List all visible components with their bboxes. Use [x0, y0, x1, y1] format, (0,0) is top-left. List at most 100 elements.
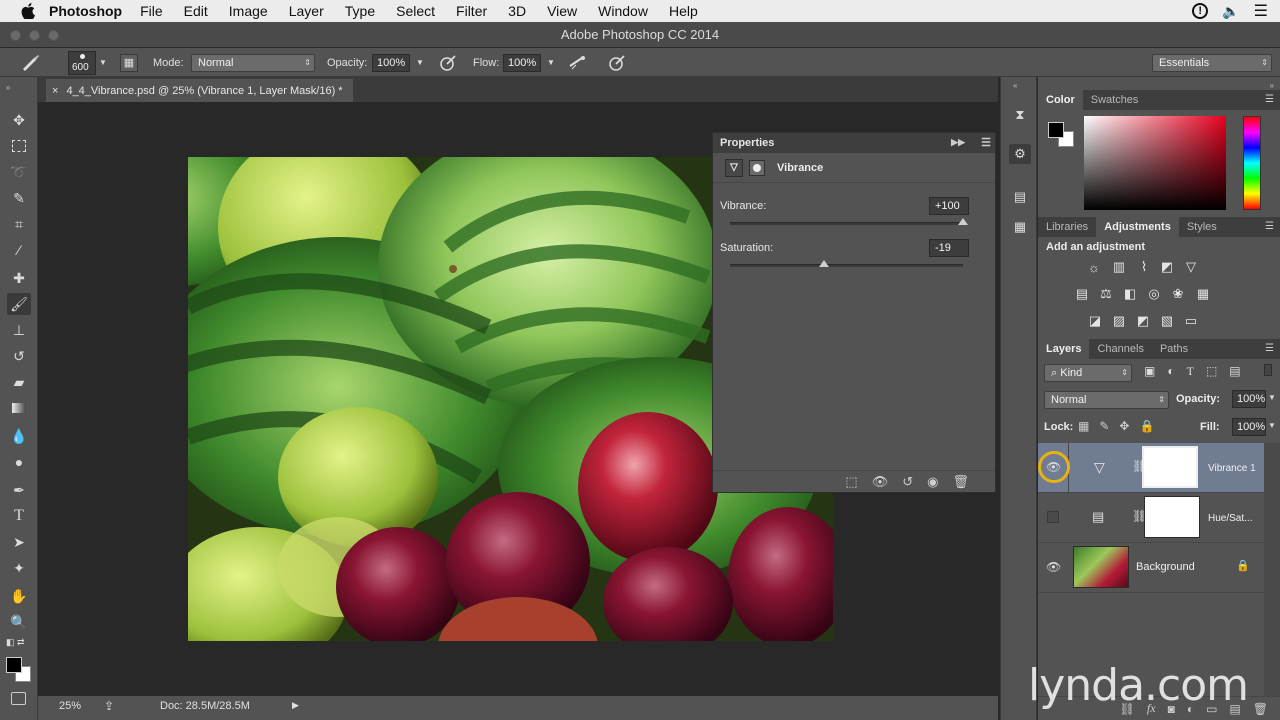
- marquee-tool-icon[interactable]: [7, 135, 31, 157]
- menu-3d[interactable]: 3D: [508, 3, 526, 19]
- menu-view[interactable]: View: [547, 3, 577, 19]
- invert-icon[interactable]: ◪: [1086, 313, 1104, 329]
- delete-adjustment-icon[interactable]: 🗑: [952, 474, 969, 490]
- pen-tool-icon[interactable]: ✒: [7, 479, 31, 501]
- layer-name-hue-sat[interactable]: Hue/Sat...: [1208, 513, 1252, 524]
- gradient-map-icon[interactable]: ▭: [1182, 313, 1200, 329]
- brush-panel-toggle[interactable]: ▦: [120, 48, 138, 77]
- layer-row-hue-sat[interactable]: ▤ ⛓ Hue/Sat...: [1038, 493, 1264, 543]
- hue-saturation-icon[interactable]: ▤: [1073, 286, 1091, 302]
- collapse-left-icon[interactable]: «: [1013, 81, 1017, 90]
- tab-styles[interactable]: Styles: [1179, 217, 1225, 237]
- character-panel-icon[interactable]: ▦: [1009, 217, 1031, 237]
- path-selection-tool-icon[interactable]: ➤: [7, 531, 31, 553]
- collapse-arrows-icon[interactable]: »: [6, 83, 10, 92]
- vibrance-slider-track[interactable]: [730, 222, 963, 225]
- close-tab-icon[interactable]: ×: [52, 85, 58, 97]
- tab-channels[interactable]: Channels: [1089, 339, 1151, 359]
- zoom-tool-icon[interactable]: 🔍: [7, 611, 31, 633]
- fill-chevron-icon[interactable]: ▼: [1268, 421, 1276, 430]
- lasso-tool-icon[interactable]: ➰: [7, 161, 31, 183]
- filter-type-icon[interactable]: T: [1187, 364, 1194, 379]
- chevron-down-icon[interactable]: ▼: [99, 58, 107, 67]
- saturation-slider-track[interactable]: [730, 264, 963, 267]
- lock-position-icon[interactable]: ✥: [1119, 419, 1129, 433]
- gradient-tool-icon[interactable]: [7, 397, 31, 419]
- pressure-opacity-button[interactable]: [438, 48, 458, 77]
- color-lookup-icon[interactable]: ▦: [1194, 286, 1212, 302]
- panel-menu-icon[interactable]: ☰: [981, 136, 991, 149]
- view-previous-state-icon[interactable]: 👁: [872, 474, 889, 490]
- menu-image[interactable]: Image: [229, 3, 268, 19]
- black-white-icon[interactable]: ◧: [1121, 286, 1139, 302]
- saturation-slider-thumb[interactable]: [819, 260, 830, 267]
- hand-tool-icon[interactable]: ✋: [7, 585, 31, 607]
- crop-tool-icon[interactable]: ⌗: [7, 213, 31, 235]
- color-panel-foreground-swatch[interactable]: [1048, 122, 1064, 138]
- tab-layers[interactable]: Layers: [1038, 339, 1090, 359]
- panel-collapse-icon[interactable]: ▶▶: [951, 137, 965, 148]
- menu-window[interactable]: Window: [598, 3, 648, 19]
- saturation-value-input[interactable]: -19: [929, 239, 969, 257]
- move-tool-icon[interactable]: ✥: [7, 109, 31, 131]
- layer-opacity-chevron-icon[interactable]: ▼: [1268, 393, 1276, 402]
- layer-visibility-off-box[interactable]: [1047, 511, 1059, 523]
- layers-panel-menu-icon[interactable]: ☰: [1265, 343, 1274, 354]
- volume-icon[interactable]: 🔈: [1222, 3, 1239, 20]
- layer-mask-icon[interactable]: [749, 159, 765, 176]
- pressure-size-button[interactable]: [607, 48, 627, 77]
- layer-name-background[interactable]: Background: [1136, 561, 1195, 573]
- vibrance-slider-thumb[interactable]: [958, 218, 968, 225]
- app-menu-photoshop[interactable]: Photoshop: [49, 3, 122, 19]
- posterize-icon[interactable]: ▨: [1110, 313, 1128, 329]
- properties-panel-icon[interactable]: ⚙: [1009, 144, 1031, 164]
- vibrance-icon[interactable]: ▽: [1182, 259, 1200, 275]
- toggle-visibility-icon[interactable]: ◉: [927, 474, 938, 490]
- history-panel-icon[interactable]: ⧗: [1009, 105, 1031, 125]
- blur-tool-icon[interactable]: 💧: [7, 425, 31, 447]
- color-spectrum-field[interactable]: [1084, 116, 1226, 210]
- blend-mode-dropdown[interactable]: Normal ⇕: [1044, 391, 1169, 409]
- status-menu-arrow-icon[interactable]: ▶: [292, 700, 299, 711]
- flow-chevron-down-icon[interactable]: ▼: [547, 58, 555, 67]
- reset-icon[interactable]: ↺: [902, 474, 913, 490]
- healing-brush-tool-icon[interactable]: ✚: [7, 267, 31, 289]
- selective-color-icon[interactable]: ▧: [1158, 313, 1176, 329]
- lock-transparent-icon[interactable]: ▦: [1078, 419, 1089, 433]
- apple-icon[interactable]: [17, 0, 39, 22]
- foreground-color-swatch[interactable]: [6, 657, 22, 673]
- levels-icon[interactable]: ▥: [1110, 259, 1128, 275]
- airbrush-button[interactable]: [568, 48, 588, 77]
- filter-smart-object-icon[interactable]: ▤: [1229, 364, 1240, 379]
- dodge-tool-icon[interactable]: ●: [7, 451, 31, 473]
- filter-toggle[interactable]: [1264, 364, 1272, 376]
- lock-image-icon[interactable]: ✎: [1099, 419, 1109, 433]
- brush-preset-picker[interactable]: 600 ▼: [68, 48, 107, 77]
- workspace-dropdown[interactable]: Essentials ⇕: [1152, 53, 1272, 72]
- menu-file[interactable]: File: [140, 3, 163, 19]
- clip-to-layer-icon[interactable]: ⬚: [845, 474, 857, 490]
- dock-collapse-icon[interactable]: »: [1270, 81, 1274, 90]
- eraser-tool-icon[interactable]: ▰: [7, 371, 31, 393]
- fill-input[interactable]: 100%: [1232, 418, 1266, 436]
- window-close-button[interactable]: [10, 30, 21, 41]
- brightness-contrast-icon[interactable]: ☼: [1085, 259, 1103, 275]
- background-thumbnail[interactable]: [1073, 546, 1129, 588]
- custom-shape-tool-icon[interactable]: ✦: [7, 557, 31, 579]
- brush-tool-icon-active[interactable]: 🖌: [7, 293, 31, 315]
- exposure-icon[interactable]: ◩: [1158, 259, 1176, 275]
- quick-selection-tool-icon[interactable]: ✎: [7, 187, 31, 209]
- tab-color[interactable]: Color: [1038, 90, 1083, 110]
- flow-input[interactable]: 100%: [503, 53, 541, 72]
- window-minimize-button[interactable]: [29, 30, 40, 41]
- threshold-icon[interactable]: ◩: [1134, 313, 1152, 329]
- menu-edit[interactable]: Edit: [184, 3, 208, 19]
- layer-name-vibrance[interactable]: Vibrance 1: [1208, 463, 1256, 474]
- eyedropper-tool-icon[interactable]: ⁄: [7, 239, 31, 261]
- menu-help[interactable]: Help: [669, 3, 698, 19]
- vibrance-value-input[interactable]: +100: [929, 197, 969, 215]
- filter-adjustment-icon[interactable]: ◐: [1167, 364, 1174, 379]
- type-tool-icon[interactable]: T: [7, 505, 31, 527]
- vibrance-mask-thumbnail[interactable]: [1142, 446, 1198, 488]
- document-tab[interactable]: × 4_4_Vibrance.psd @ 25% (Vibrance 1, La…: [46, 79, 353, 102]
